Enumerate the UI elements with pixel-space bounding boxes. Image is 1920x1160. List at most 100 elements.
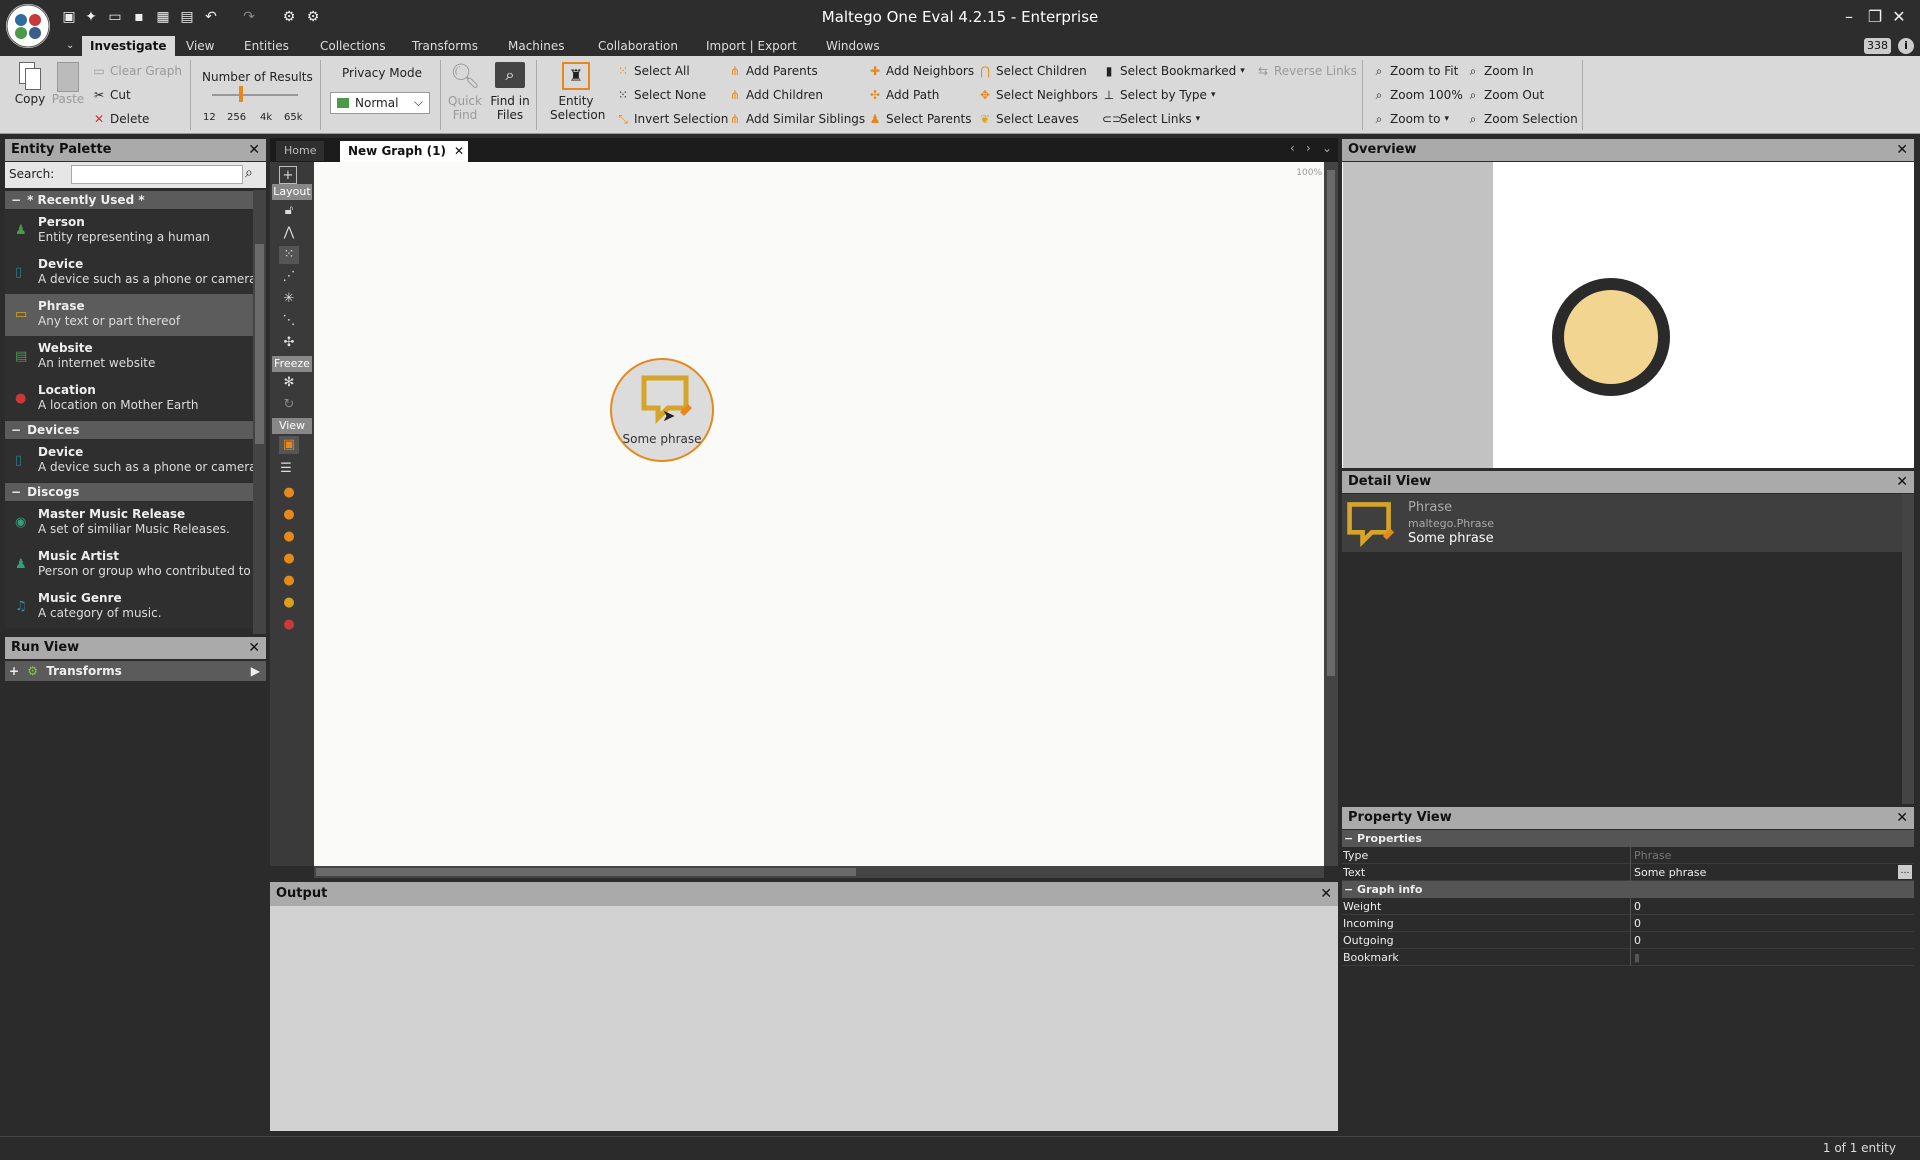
notification-count[interactable]: 338 — [1864, 38, 1891, 54]
close-window-icon[interactable]: ✕ — [1888, 6, 1910, 28]
tree-layout-icon[interactable]: ✣ — [279, 334, 299, 352]
main-view-icon[interactable]: ▣ — [279, 436, 299, 454]
zoom-out-button[interactable]: ⌕ Zoom Out — [1466, 88, 1545, 102]
palette-item-website[interactable]: ▤ Website An internet website — [5, 336, 253, 378]
clear-graph-button[interactable]: ▭ Clear Graph — [92, 64, 182, 78]
close-icon[interactable]: ✕ — [248, 637, 260, 659]
freeze-icon[interactable]: ✻ — [279, 374, 299, 392]
tab-investigate[interactable]: Investigate — [82, 36, 175, 56]
tab-prev-icon[interactable]: ‹ — [1290, 141, 1295, 155]
select-bookmarked-button[interactable]: ▮ Select Bookmarked ▾ — [1102, 64, 1245, 78]
palette-item-phrase[interactable]: ▭ Phrase Any text or part thereof — [5, 294, 253, 336]
add-node-icon[interactable]: + — [279, 166, 297, 184]
bubble-view-icon[interactable]: ● — [279, 484, 299, 502]
incoming-view-icon[interactable]: ● — [279, 550, 299, 568]
links-view-icon[interactable]: ● — [279, 528, 299, 546]
close-icon[interactable]: ✕ — [248, 139, 260, 161]
zoom-to-button[interactable]: ⌕ Zoom to ▾ — [1372, 112, 1449, 126]
copy-button[interactable]: Copy — [14, 62, 46, 106]
add-similar-siblings-button[interactable]: ⋔ Add Similar Siblings — [728, 112, 865, 126]
property-value[interactable]: Some phrase — [1634, 866, 1706, 879]
property-row-outgoing[interactable]: Outgoing 0 — [1342, 932, 1914, 949]
app-logo[interactable] — [6, 4, 50, 48]
graph-horizontal-scrollbar[interactable] — [314, 866, 1324, 878]
tab-import-export[interactable]: Import | Export — [698, 36, 805, 56]
tab-new-graph[interactable]: New Graph (1) ✕ — [340, 141, 468, 162]
select-by-type-button[interactable]: ⊥ Select by Type ▾ — [1102, 88, 1216, 102]
run-view-transforms[interactable]: + ⚙ Transforms ▶ — [5, 661, 266, 681]
reverse-links-button[interactable]: ⇆ Reverse Links — [1256, 64, 1357, 78]
palette-item-music-genre[interactable]: ♫ Music Genre A category of music. — [5, 586, 253, 628]
property-row-text[interactable]: Text Some phrase… — [1342, 864, 1914, 881]
close-icon[interactable]: ✕ — [1896, 807, 1908, 829]
palette-group-discogs[interactable]: − Discogs — [5, 483, 253, 501]
outgoing-view-icon[interactable]: ● — [279, 572, 299, 590]
close-icon[interactable]: ✕ — [1896, 471, 1908, 493]
close-icon[interactable]: ✕ — [1896, 139, 1908, 161]
entity-type-view-icon[interactable]: ● — [279, 594, 299, 612]
detail-entity-row[interactable]: Phrase maltego.Phrase Some phrase — [1342, 494, 1902, 552]
hierarchical-layout-icon[interactable]: ⁙ — [279, 246, 299, 264]
overview-canvas[interactable] — [1342, 162, 1914, 468]
tab-machines[interactable]: Machines — [500, 36, 572, 56]
invert-selection-button[interactable]: ⤡ Invert Selection — [616, 112, 728, 126]
paste-button[interactable]: Paste — [50, 62, 86, 106]
close-icon[interactable]: ✕ — [1320, 882, 1332, 906]
select-all-button[interactable]: ⁙ Select All — [616, 64, 690, 78]
zoom-to-fit-button[interactable]: ⌕ Zoom to Fit — [1372, 64, 1459, 78]
tab-next-icon[interactable]: › — [1306, 141, 1311, 155]
delete-button[interactable]: ✕ Delete — [92, 112, 149, 126]
graph-info-section[interactable]: − Graph info — [1342, 881, 1914, 898]
interactive-layout-icon[interactable]: ⋱ — [279, 312, 299, 330]
select-neighbors-button[interactable]: ✥ Select Neighbors — [978, 88, 1098, 102]
run-arrow-icon[interactable]: ▶ — [251, 661, 260, 681]
palette-item-device[interactable]: ▯ Device A device such as a phone or camer… — [5, 440, 253, 482]
zoom-100-button[interactable]: ⌕ Zoom 100% — [1372, 88, 1463, 102]
add-children-button[interactable]: ⋔ Add Children — [728, 88, 823, 102]
property-row-weight[interactable]: Weight 0 — [1342, 898, 1914, 915]
properties-section[interactable]: − Properties — [1342, 830, 1914, 847]
tab-transforms[interactable]: Transforms — [404, 36, 486, 56]
results-slider[interactable] — [212, 94, 298, 96]
palette-item-location[interactable]: ● Location A location on Mother Earth — [5, 378, 253, 420]
palette-item-person[interactable]: ♟ Person Entity representing a human — [5, 210, 253, 252]
edit-ellipsis-button[interactable]: … — [1898, 865, 1912, 879]
list-view-icon[interactable]: ☰ — [276, 460, 296, 478]
add-parents-button[interactable]: ⋔ Add Parents — [728, 64, 818, 78]
close-icon[interactable]: ✕ — [454, 141, 464, 161]
refresh-icon[interactable]: ↻ — [279, 396, 299, 414]
property-row-bookmark[interactable]: Bookmark ▮ — [1342, 949, 1914, 966]
property-row-type[interactable]: Type Phrase — [1342, 847, 1914, 864]
palette-search-input[interactable] — [71, 165, 243, 184]
chevron-down-icon[interactable]: ⌄ — [58, 36, 82, 56]
property-row-incoming[interactable]: Incoming 0 — [1342, 915, 1914, 932]
minimize-icon[interactable]: – — [1838, 6, 1860, 28]
tab-collaboration[interactable]: Collaboration — [590, 36, 686, 56]
tab-entities[interactable]: Entities — [236, 36, 297, 56]
search-icon[interactable]: ⌕ — [245, 165, 253, 181]
block-layout-icon[interactable]: ⋀ — [279, 224, 299, 242]
select-parents-button[interactable]: ♟ Select Parents — [868, 112, 972, 126]
zoom-selection-button[interactable]: ⌕ Zoom Selection — [1466, 112, 1578, 126]
expand-icon[interactable]: + — [9, 664, 19, 678]
select-none-button[interactable]: ⁙ Select None — [616, 88, 706, 102]
palette-item-music-artist[interactable]: ♟ Music Artist Person or group who contrib… — [5, 544, 253, 586]
add-path-button[interactable]: ✣ Add Path — [868, 88, 939, 102]
tab-home[interactable]: Home — [276, 141, 325, 161]
entity-selection-button[interactable]: ♜ Entity Selection — [550, 62, 605, 122]
circular-layout-icon[interactable]: ⋰ — [279, 268, 299, 286]
palette-group-devices[interactable]: − Devices — [5, 421, 253, 439]
bookmark-icon[interactable]: ▮ — [1634, 951, 1640, 964]
tab-collections[interactable]: Collections — [312, 36, 394, 56]
detail-scrollbar[interactable] — [1902, 494, 1914, 804]
find-in-files-button[interactable]: ⌕ Find in Files — [490, 62, 530, 122]
maximize-icon[interactable]: ❐ — [1864, 6, 1886, 28]
results-slider-handle[interactable] — [239, 86, 243, 102]
privacy-mode-select[interactable]: Normal ⌵ — [330, 92, 430, 114]
add-neighbors-button[interactable]: ✚ Add Neighbors — [868, 64, 974, 78]
palette-item-device[interactable]: ▯ Device A device such as a phone or camer… — [5, 252, 253, 294]
ranked-view-icon[interactable]: ● — [279, 506, 299, 524]
zoom-in-button[interactable]: ⌕ Zoom In — [1466, 64, 1534, 78]
overview-viewport[interactable] — [1343, 162, 1493, 468]
palette-group-recently-used[interactable]: − * Recently Used * — [5, 191, 253, 209]
